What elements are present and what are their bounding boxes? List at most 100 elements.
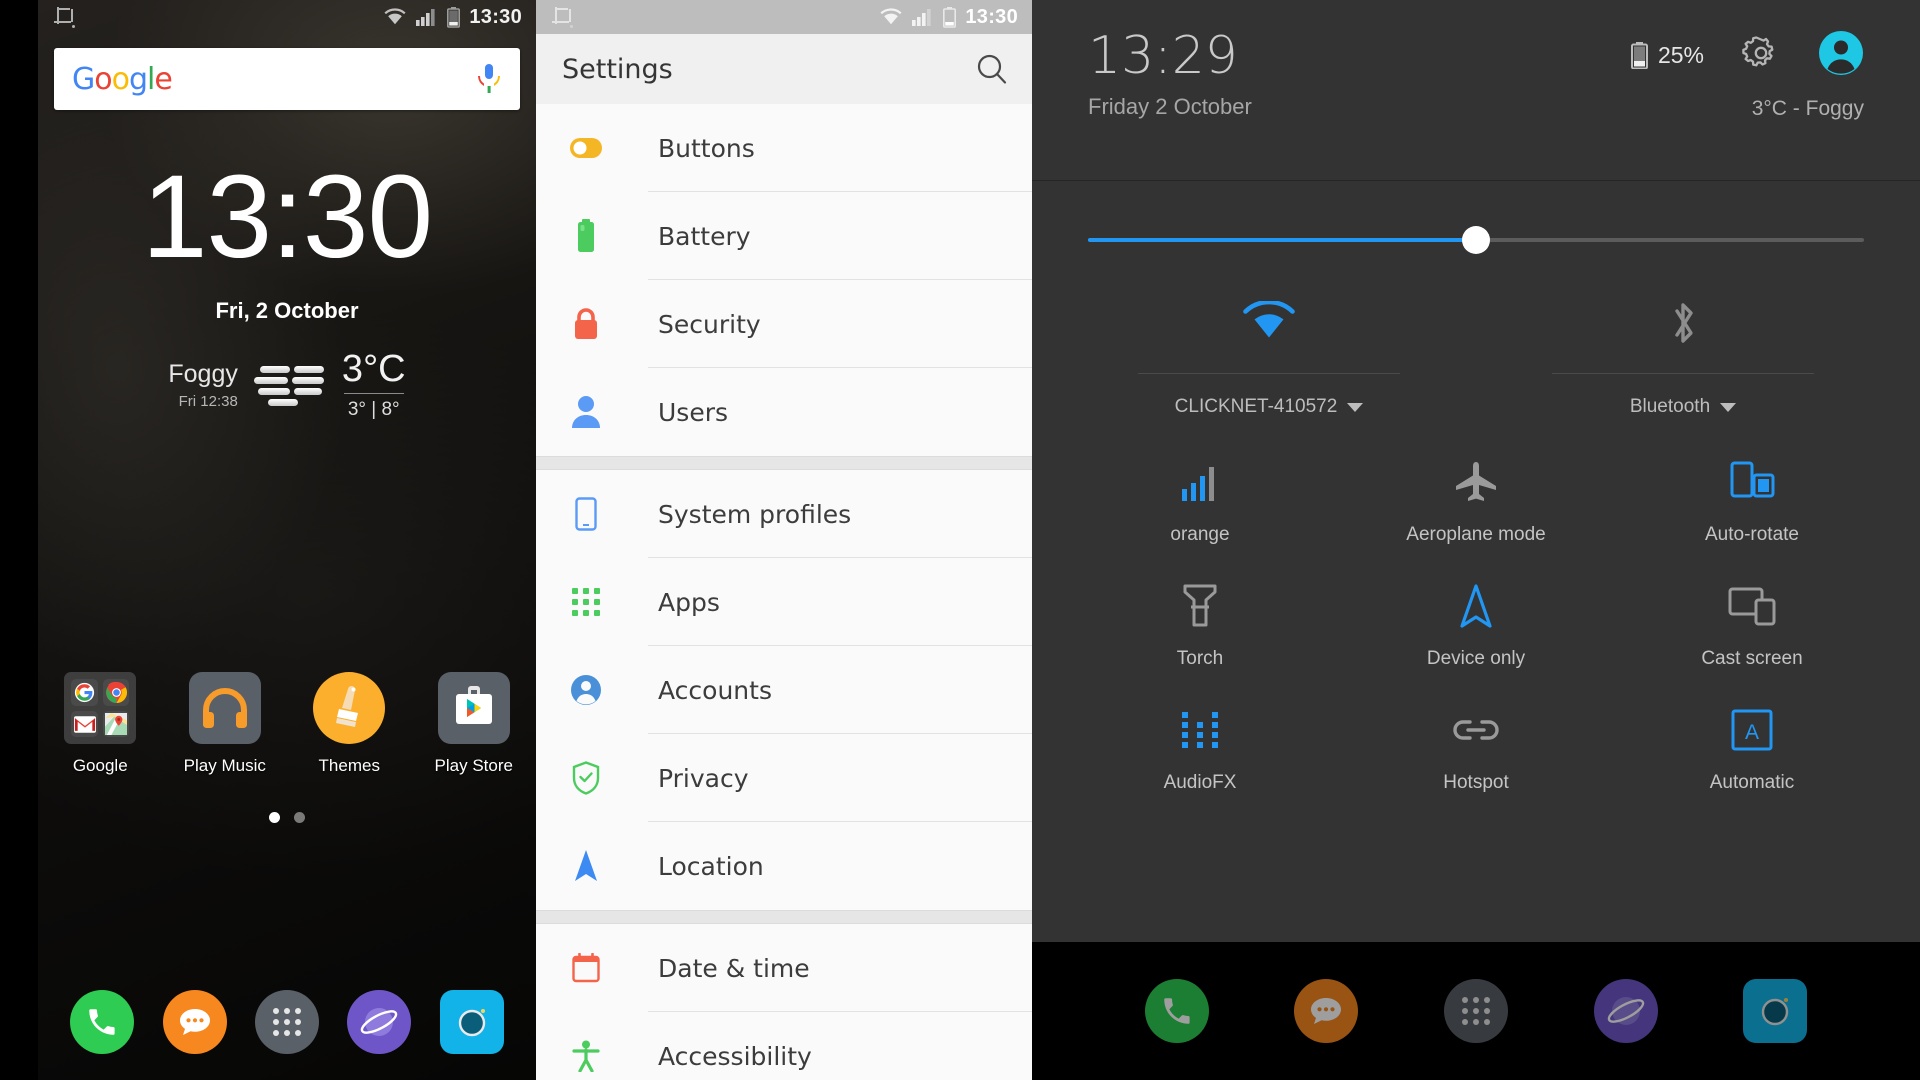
app-icon-play-store[interactable]: Play Store (412, 672, 537, 776)
qs-tile-hotspot[interactable]: Hotspot (1338, 704, 1614, 794)
qs-tile-label: Device only (1426, 648, 1526, 669)
app-icon-google-folder[interactable]: Google (38, 672, 163, 776)
qs-tile-aeroplane-mode[interactable]: Aeroplane mode (1338, 456, 1614, 546)
settings-item-security[interactable]: Security (536, 280, 1032, 368)
settings-group-separator (536, 910, 1032, 924)
page-title: Settings (562, 53, 673, 85)
home-app-row: Google Play Music Themes Play Store (38, 672, 536, 776)
settings-item-label: Security (658, 309, 761, 339)
page-dot[interactable] (294, 812, 305, 823)
battery-icon (943, 6, 957, 28)
qs-tile-torch[interactable]: Torch (1062, 580, 1338, 670)
settings-item-label: Date & time (658, 953, 810, 983)
qs-tile-automatic[interactable]: A Automatic (1614, 704, 1890, 794)
settings-item-buttons[interactable]: Buttons (536, 104, 1032, 192)
settings-item-label: Privacy (658, 763, 749, 793)
play-store-icon[interactable] (437, 672, 510, 744)
hotspot-link-icon (1450, 704, 1502, 756)
weather-widget[interactable]: Foggy Fri 12:38 3°C 3° | 8° (38, 350, 536, 421)
settings-item-location[interactable]: Location (536, 822, 1032, 910)
messaging-icon[interactable] (1294, 979, 1359, 1043)
qs-tile-device-only[interactable]: Device only (1338, 580, 1614, 670)
qs-tile-auto-rotate[interactable]: Auto-rotate (1614, 456, 1890, 546)
home-status-bar: 13:30 (38, 0, 536, 34)
weather-minmax: 3° | 8° (347, 399, 400, 420)
calendar-icon (568, 950, 604, 986)
settings-item-accessibility[interactable]: Accessibility (536, 1012, 1032, 1080)
shield-check-icon (568, 760, 604, 796)
lock-icon (568, 306, 604, 342)
wifi-icon[interactable] (1241, 291, 1297, 355)
page-dot[interactable] (269, 812, 280, 823)
settings-item-privacy[interactable]: Privacy (536, 734, 1032, 822)
gear-icon[interactable] (1742, 34, 1780, 77)
battery-status[interactable]: 25% (1630, 42, 1704, 69)
folder-icon[interactable] (64, 672, 137, 744)
settings-item-system-profiles[interactable]: System profiles (536, 470, 1032, 558)
location-arrow-icon (568, 848, 604, 884)
settings-item-users[interactable]: Users (536, 368, 1032, 456)
headphones-icon[interactable] (188, 672, 261, 744)
qs-tile-label: Cast screen (1701, 648, 1803, 669)
quick-settings-body: 13:29 Friday 2 October 25% 3°C - Foggy C… (1032, 0, 1920, 942)
settings-item-apps[interactable]: Apps (536, 558, 1032, 646)
chrome-icon (102, 679, 130, 706)
wifi-tile-label[interactable]: CLICKNET-410572 (1175, 396, 1364, 418)
settings-item-label: Users (658, 397, 729, 427)
qs-tile-audiofx[interactable]: AudioFX (1062, 704, 1338, 794)
quick-settings-tiles: orange Aeroplane mode Auto-rotate Torch … (1062, 456, 1890, 794)
crop-icon (552, 7, 573, 28)
connection-tiles: CLICKNET-410572 Bluetooth (1062, 291, 1890, 418)
qs-tile-bluetooth[interactable]: Bluetooth (1476, 291, 1890, 418)
microphone-icon[interactable] (476, 62, 502, 96)
battery-icon (447, 6, 461, 28)
quick-settings-dock (1032, 942, 1920, 1080)
home-clock: 13:30 (141, 151, 433, 283)
app-label: Play Store (434, 756, 513, 775)
app-label: Google (72, 756, 128, 775)
app-icon-play-music[interactable]: Play Music (163, 672, 288, 776)
chevron-down-icon[interactable] (1720, 402, 1737, 412)
browser-icon[interactable] (347, 990, 412, 1054)
qs-tile-cast-screen[interactable]: Cast screen (1614, 580, 1890, 670)
phone-icon[interactable] (70, 990, 135, 1054)
bluetooth-icon[interactable] (1665, 291, 1701, 355)
bluetooth-tile-label[interactable]: Bluetooth (1630, 396, 1737, 418)
browser-icon[interactable] (1593, 979, 1658, 1043)
google-search-bar[interactable]: Google (54, 48, 520, 110)
qs-tile-label: Automatic (1709, 772, 1795, 793)
qs-tile-orange[interactable]: orange (1062, 456, 1338, 546)
app-icon-themes[interactable]: Themes (287, 672, 412, 776)
status-bar-time: 13:30 (469, 5, 522, 28)
signal-bars-icon (1179, 456, 1221, 508)
app-drawer-icon[interactable] (254, 990, 319, 1054)
audiofx-icon (1178, 704, 1222, 756)
torch-icon (1182, 580, 1218, 632)
camera-icon[interactable] (439, 990, 504, 1054)
paintbrush-icon[interactable] (313, 672, 386, 744)
qs-tile-wifi[interactable]: CLICKNET-410572 (1062, 291, 1476, 418)
gmail-icon (71, 711, 98, 737)
camera-icon[interactable] (1743, 979, 1808, 1043)
qs-clock: 13:29 (1088, 26, 1238, 86)
qs-date: Friday 2 October (1088, 94, 1252, 119)
brightness-slider[interactable] (1088, 225, 1864, 255)
settings-item-accounts[interactable]: Accounts (536, 646, 1032, 734)
location-arrow-icon (1459, 580, 1493, 632)
settings-group-separator (536, 456, 1032, 470)
settings-item-date-time[interactable]: Date & time (536, 924, 1032, 1012)
messaging-icon[interactable] (162, 990, 227, 1054)
status-bar-time: 13:30 (965, 5, 1018, 28)
phone-icon[interactable] (1144, 979, 1209, 1043)
qs-weather-summary: 3°C - Foggy (1751, 97, 1864, 120)
chevron-down-icon[interactable] (1347, 402, 1364, 412)
qs-tile-label: orange (1170, 524, 1230, 545)
auto-rotate-icon (1728, 456, 1776, 508)
slider-knob[interactable] (1462, 226, 1490, 254)
settings-item-battery[interactable]: Battery (536, 192, 1032, 280)
qs-tile-label: Torch (1176, 648, 1224, 669)
app-drawer-icon[interactable] (1443, 979, 1508, 1043)
avatar[interactable] (1818, 30, 1864, 81)
search-icon[interactable] (974, 51, 1010, 87)
header-divider (1032, 180, 1920, 181)
